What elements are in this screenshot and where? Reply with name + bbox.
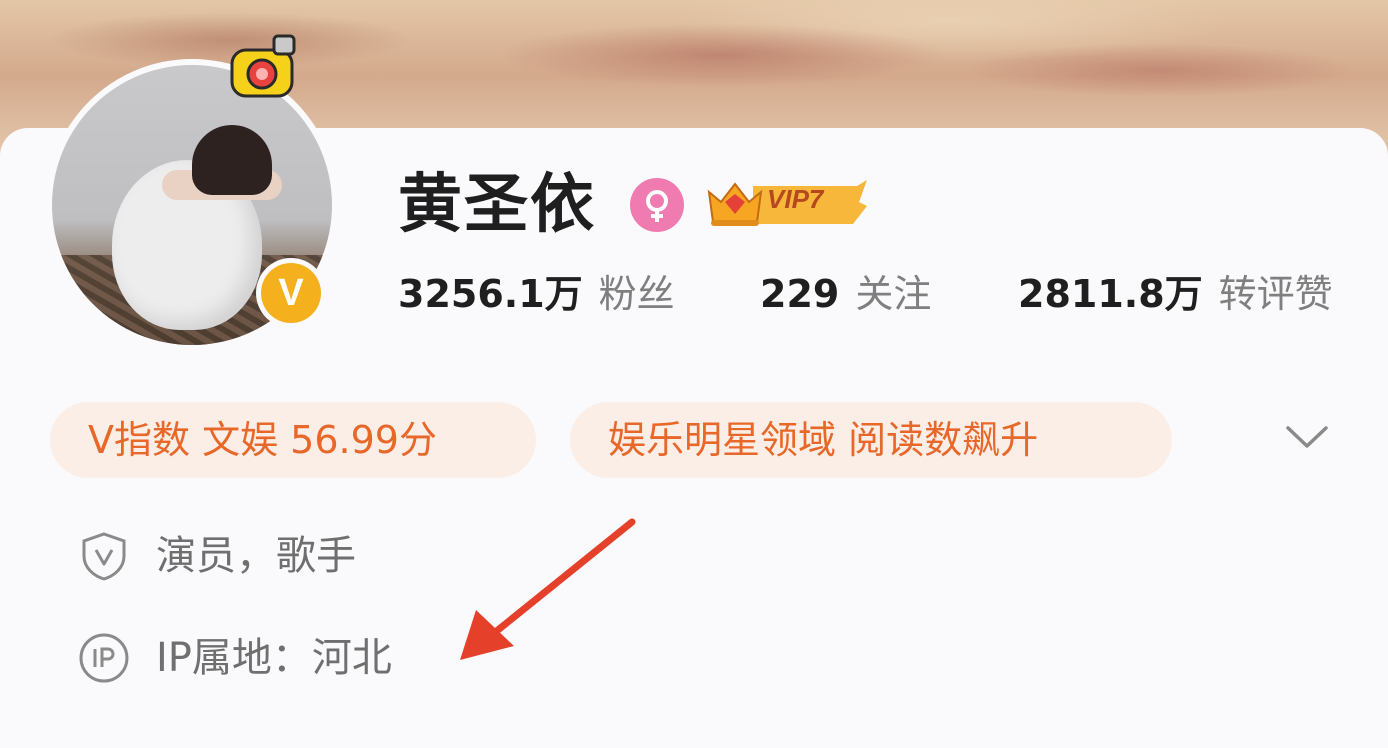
stats-row: 3256.1万 粉丝 229 关注 2811.8万 转评赞 [0,266,1388,326]
stat-label: 粉丝 [598,272,675,316]
profile-name: 黄圣依 [398,168,596,242]
avatar-decoration-camera-icon [230,34,296,98]
trending-domain-tag[interactable]: 娱乐明星领域 阅读数飙升 [570,402,1172,478]
annotation-arrow [460,518,636,660]
shield-v-icon [82,532,126,581]
ip-location-text: IP属地：河北 [156,635,392,681]
vip-badge[interactable]: VIP7 [703,172,869,232]
female-icon [630,178,684,232]
ip-circle-icon [79,633,129,683]
avatar-person [192,125,272,195]
stat-value: 229 [760,272,840,316]
stat-value: 3256.1万 [398,272,583,316]
chevron-down-icon[interactable] [1284,422,1330,452]
stat-label: 关注 [855,272,932,316]
stat-label: 转评赞 [1218,272,1333,316]
vip-level-label: VIP7 [767,184,824,214]
stat-followers[interactable]: 3256.1万 粉丝 [398,266,675,330]
stat-reposts-comments-likes[interactable]: 2811.8万 转评赞 [1018,266,1333,330]
occupation-text: 演员，歌手 [156,533,356,579]
v-index-tag[interactable]: V指数 文娱 56.99分 [50,402,536,478]
stat-value: 2811.8万 [1018,272,1203,316]
stat-following[interactable]: 229 关注 [760,266,931,330]
